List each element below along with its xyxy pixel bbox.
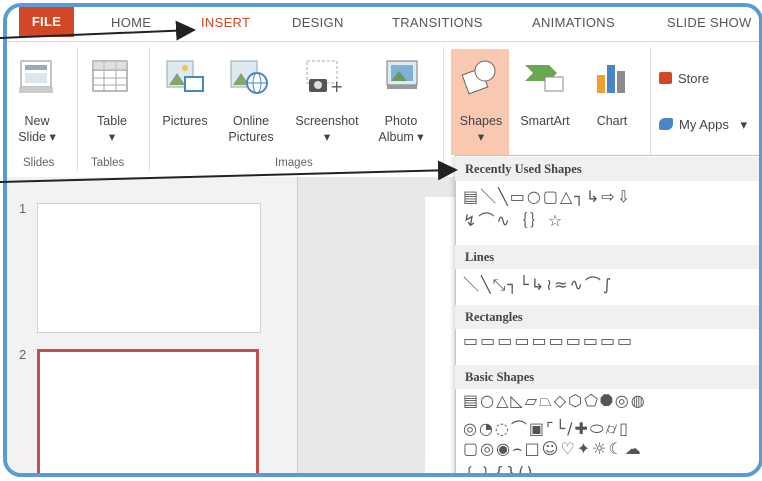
pictures-button[interactable]: Pictures xyxy=(153,113,217,129)
photo-album-label: Photo xyxy=(384,114,418,128)
lines-row[interactable]: ＼╲⤡┐└↳≀≈∿⌒∫ xyxy=(463,271,613,295)
store-icon xyxy=(659,72,672,84)
table-button[interactable]: Table ▾ xyxy=(87,113,137,145)
rectangles-header: Rectangles xyxy=(455,305,759,329)
group-label-tables: Tables xyxy=(91,157,125,169)
group-divider xyxy=(77,47,78,171)
recently-used-shapes-row[interactable]: ▤＼╲▭○▢△┐↳⇨⇩ xyxy=(463,183,632,207)
store-label: Store xyxy=(678,71,710,86)
group-divider xyxy=(650,47,651,171)
table-dropdown-arrow: ▾ xyxy=(108,130,116,144)
tab-home[interactable]: HOME xyxy=(111,15,151,30)
lines-header: Lines xyxy=(455,245,759,269)
pictures-icon xyxy=(165,57,205,102)
photo-album-icon xyxy=(383,57,423,102)
group-label-images: Images xyxy=(275,157,313,169)
slide-thumbnail-1[interactable] xyxy=(37,203,261,333)
my-apps-label: My Apps xyxy=(679,117,729,132)
chart-button[interactable]: Chart xyxy=(581,113,643,129)
new-slide-button[interactable]: New Slide ▾ xyxy=(11,113,63,145)
recently-used-shapes-header: Recently Used Shapes xyxy=(455,157,759,181)
my-apps-button[interactable]: My Apps ▾ xyxy=(659,117,747,133)
smartart-label: SmartArt xyxy=(520,114,570,128)
smartart-icon xyxy=(523,59,567,104)
basic-shapes-header: Basic Shapes xyxy=(455,365,759,389)
pictures-label: Pictures xyxy=(162,114,208,128)
online-pictures-button[interactable]: Online Pictures xyxy=(219,113,283,145)
tab-design[interactable]: DESIGN xyxy=(292,15,344,30)
photo-album-button[interactable]: Photo Album ▾ xyxy=(369,113,433,145)
ribbon-tabs: FILE HOME INSERT DESIGN TRANSITIONS ANIM… xyxy=(7,7,759,41)
basic-shapes-row-4[interactable]: ❲❳{}() xyxy=(463,463,535,473)
slide-number-2: 2 xyxy=(19,347,27,362)
shapes-label: Shapes xyxy=(459,114,503,128)
rectangles-row[interactable]: ▭▭▭▭▭▭▭▭▭▭ xyxy=(463,331,634,350)
my-apps-icon xyxy=(659,118,673,130)
group-divider xyxy=(443,47,444,171)
shapes-icon xyxy=(459,57,501,102)
tab-transitions[interactable]: TRANSITIONS xyxy=(392,15,483,30)
screenshot-button[interactable]: Screenshot ▾ xyxy=(287,113,367,145)
chart-icon xyxy=(593,59,633,104)
screenshot-icon: + xyxy=(305,59,345,102)
recently-used-shapes-row-2[interactable]: ↯⌒∿｛｝☆ xyxy=(463,207,564,231)
basic-shapes-row-2[interactable]: ◎◔◌⌒▣⌜└∕✚⬭⌭▯ xyxy=(463,415,630,439)
basic-shapes-row-1[interactable]: ▤○△◺▱⏢◇⬡⬠⯃◎◍ xyxy=(463,391,647,411)
basic-shapes-row-3[interactable]: ▢◎◉⌢□☺♡✦☼☾☁ xyxy=(463,439,643,459)
photo-album-label-2: Album ▾ xyxy=(378,130,424,144)
slide-thumbnail-2-selected[interactable] xyxy=(37,349,259,473)
online-pictures-label-2: Pictures xyxy=(228,130,274,144)
tab-insert[interactable]: INSERT xyxy=(201,15,250,30)
table-icon xyxy=(91,57,131,100)
slide-number-1: 1 xyxy=(19,201,27,216)
shapes-label-box[interactable]: Shapes ▾ xyxy=(453,113,509,145)
table-label: Table xyxy=(97,114,127,128)
app-window: FILE HOME INSERT DESIGN TRANSITIONS ANIM… xyxy=(3,3,762,477)
new-slide-label: New xyxy=(24,114,50,128)
smartart-button[interactable]: SmartArt xyxy=(513,113,577,129)
store-button[interactable]: Store xyxy=(659,71,709,86)
shapes-dropdown-arrow: ▾ xyxy=(477,130,485,144)
group-divider xyxy=(149,47,150,171)
tab-animations[interactable]: ANIMATIONS xyxy=(532,15,615,30)
svg-text:+: + xyxy=(330,77,343,96)
new-slide-label-2: Slide ▾ xyxy=(18,130,56,144)
tab-slide-show[interactable]: SLIDE SHOW xyxy=(667,15,752,30)
chart-label: Chart xyxy=(596,114,628,128)
group-label-slides: Slides xyxy=(23,157,55,169)
new-slide-icon xyxy=(19,57,57,100)
screenshot-label: Screenshot xyxy=(295,114,359,128)
online-pictures-icon xyxy=(229,57,269,102)
tab-file[interactable]: FILE xyxy=(19,7,74,37)
online-pictures-label: Online xyxy=(232,114,270,128)
my-apps-dropdown-arrow: ▾ xyxy=(740,117,748,132)
screenshot-dropdown-arrow: ▾ xyxy=(323,130,331,144)
